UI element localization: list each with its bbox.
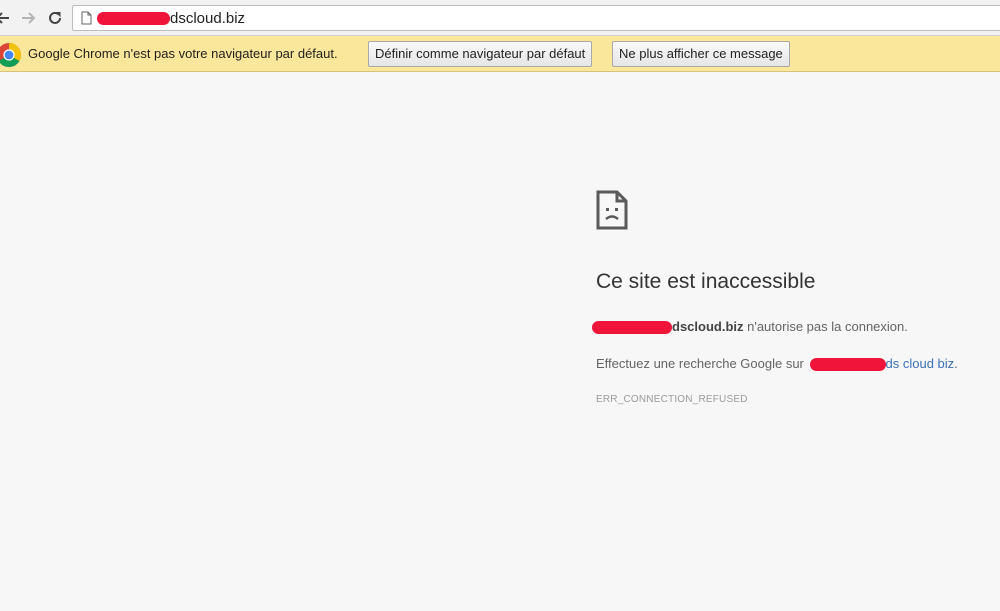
refused-text: n'autorise pas la connexion. <box>743 319 908 334</box>
reload-icon[interactable] <box>46 8 64 28</box>
search-suffix: . <box>954 356 958 371</box>
error-code: ERR_CONNECTION_REFUSED <box>596 394 748 405</box>
set-default-browser-button[interactable]: Définir comme navigateur par défaut <box>368 41 593 67</box>
forward-arrow-icon[interactable] <box>19 8 37 28</box>
google-search-link[interactable]: ds cloud biz <box>886 356 955 371</box>
default-browser-infobar: Google Chrome n'est pas votre navigateur… <box>0 36 1000 72</box>
dismiss-message-button[interactable]: Ne plus afficher ce message <box>612 41 790 67</box>
browser-toolbar: dscloud.biz <box>0 0 1000 36</box>
address-bar[interactable]: dscloud.biz <box>72 5 1000 31</box>
back-arrow-icon[interactable] <box>0 8 12 28</box>
search-suggestion-line: Effectuez une recherche Google sur ds cl… <box>596 356 958 372</box>
page-icon <box>81 11 92 30</box>
redaction-mark <box>592 321 672 335</box>
error-panel: Ce site est inaccessible <box>596 190 996 294</box>
connection-refused-line: dscloud.biz n'autorise pas la connexion. <box>592 319 908 335</box>
search-prefix: Effectuez une recherche Google sur <box>596 356 808 371</box>
error-title: Ce site est inaccessible <box>596 270 816 293</box>
infobar-message: Google Chrome n'est pas votre navigateur… <box>28 46 338 61</box>
host-name: dscloud.biz <box>672 319 744 334</box>
url-text: dscloud.biz <box>170 10 246 27</box>
redaction-mark <box>809 358 886 372</box>
redaction-mark <box>97 12 170 25</box>
chrome-logo-icon <box>0 42 22 73</box>
sad-page-icon <box>596 190 628 230</box>
